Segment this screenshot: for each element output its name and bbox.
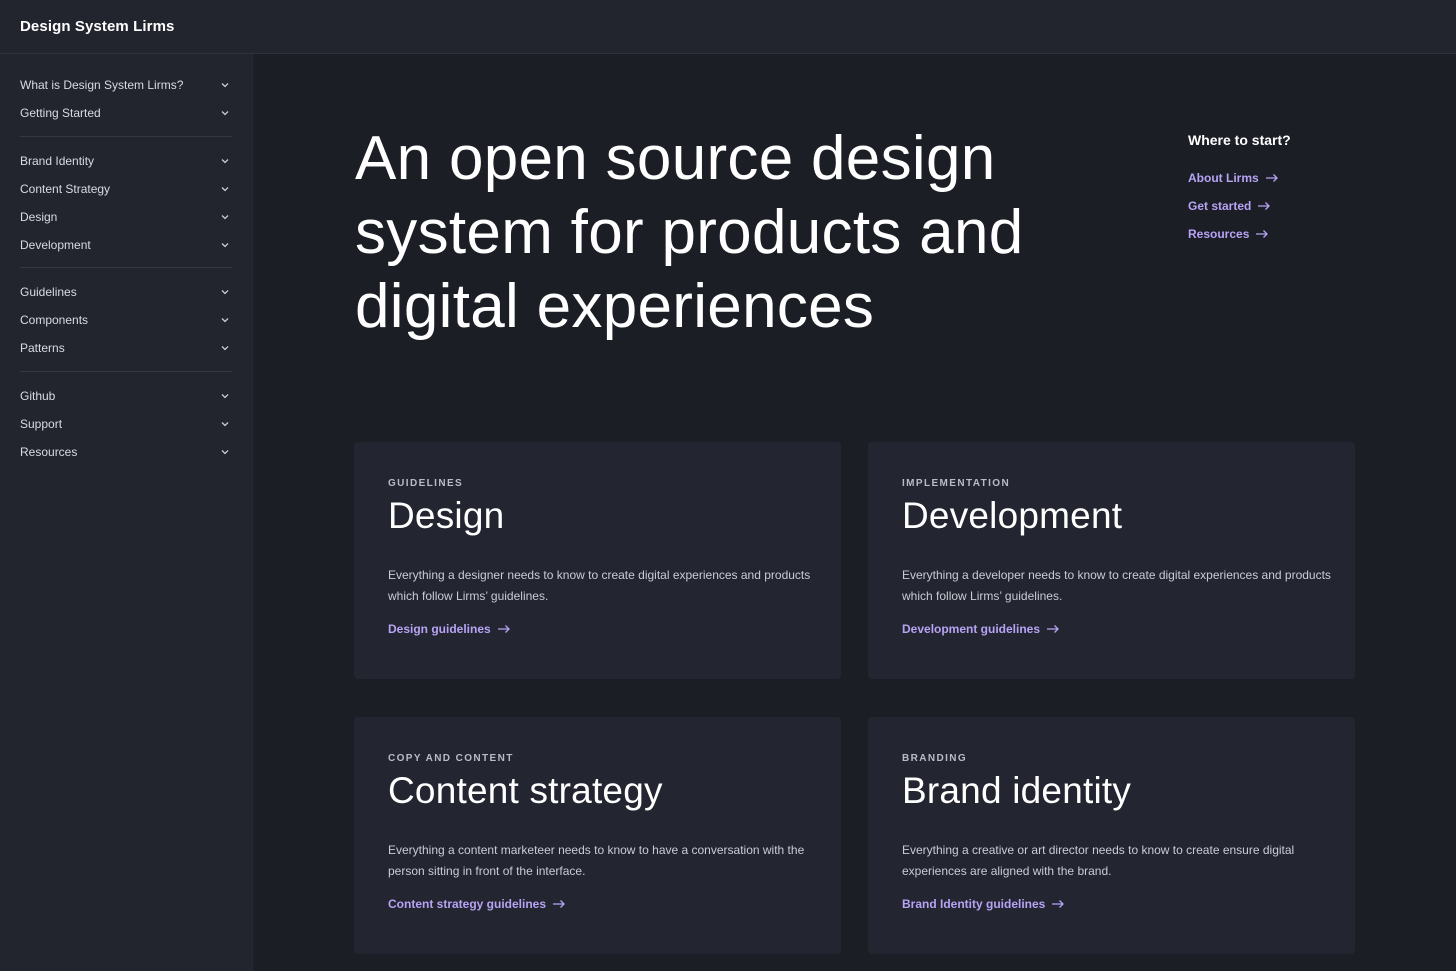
card-design: GUIDELINES Design Everything a designer …: [354, 442, 841, 679]
nav-item-label: What is Design System Lirms?: [20, 78, 184, 92]
chevron-down-icon: [221, 83, 229, 88]
nav-item-label: Guidelines: [20, 285, 77, 299]
card-eyebrow: BRANDING: [902, 753, 968, 764]
get-started-link[interactable]: Get started: [1188, 192, 1408, 220]
chevron-down-icon: [221, 111, 229, 116]
chevron-down-icon: [221, 215, 229, 220]
card-eyebrow: IMPLEMENTATION: [902, 478, 1011, 489]
card-title: Design: [388, 495, 505, 536]
link-label: Resources: [1188, 227, 1250, 241]
card-description: Everything a developer needs to know to …: [902, 568, 1331, 603]
design-guidelines-link[interactable]: Design guidelines: [388, 622, 818, 636]
nav-item-components[interactable]: Components: [20, 306, 232, 334]
link-label: Content strategy guidelines: [388, 897, 547, 911]
hero-heading: An open source design system for product…: [355, 122, 1115, 344]
chevron-down-icon: [221, 318, 229, 323]
nav-item-github[interactable]: Github: [20, 382, 232, 410]
nav-group-topics: Brand Identity Content Strategy Design D…: [20, 147, 232, 259]
card-description: Everything a designer needs to know to c…: [388, 568, 811, 603]
nav-item-label: Brand Identity: [20, 154, 95, 168]
chevron-down-icon: [221, 422, 229, 427]
card-title: Brand identity: [902, 770, 1132, 811]
chevron-down-icon: [221, 187, 229, 192]
nav-item-resources[interactable]: Resources: [20, 438, 232, 466]
hero-line: digital experiences: [355, 272, 875, 341]
nav-divider: [20, 136, 232, 137]
arrow-right-icon: [553, 900, 565, 908]
nav-item-getting-started[interactable]: Getting Started: [20, 99, 232, 127]
brand-identity-guidelines-link[interactable]: Brand Identity guidelines: [902, 897, 1332, 911]
chevron-down-icon: [221, 243, 229, 248]
nav-item-label: Content Strategy: [20, 182, 111, 196]
nav-item-support[interactable]: Support: [20, 410, 232, 438]
card-description: Everything a content marketeer needs to …: [388, 843, 805, 878]
arrow-right-icon: [1258, 202, 1271, 210]
hero-line: An open source design: [355, 124, 996, 193]
link-label: Get started: [1188, 199, 1252, 213]
nav-item-content-strategy[interactable]: Content Strategy: [20, 175, 232, 203]
card-eyebrow: GUIDELINES: [388, 478, 464, 489]
card-eyebrow: COPY AND CONTENT: [388, 753, 514, 764]
card-brand-identity: BRANDING Brand identity Everything a cre…: [868, 717, 1355, 954]
nav-item-label: Patterns: [20, 341, 65, 355]
nav-group-intro: What is Design System Lirms? Getting Sta…: [20, 71, 232, 127]
nav-item-label: Github: [20, 389, 56, 403]
link-label: Development guidelines: [902, 622, 1041, 636]
link-label: Design guidelines: [388, 622, 491, 636]
chevron-down-icon: [221, 394, 229, 399]
nav-item-brand-identity[interactable]: Brand Identity: [20, 147, 232, 175]
development-guidelines-link[interactable]: Development guidelines: [902, 622, 1332, 636]
card-description: Everything a creative or art director ne…: [902, 843, 1295, 878]
link-label: Brand Identity guidelines: [902, 897, 1046, 911]
where-to-start-panel: Where to start? About Lirms Get started …: [1188, 132, 1408, 248]
resources-link[interactable]: Resources: [1188, 220, 1408, 248]
chevron-down-icon: [221, 290, 229, 295]
nav-item-what-is[interactable]: What is Design System Lirms?: [20, 71, 232, 99]
nav-item-label: Development: [20, 238, 91, 252]
card-title: Development: [902, 495, 1123, 536]
about-lirms-link[interactable]: About Lirms: [1188, 164, 1408, 192]
arrow-right-icon: [1265, 174, 1278, 182]
hero-line: system for products and: [355, 198, 1024, 267]
card-development: IMPLEMENTATION Development Everything a …: [868, 442, 1355, 679]
arrow-right-icon: [497, 625, 510, 633]
arrow-right-icon: [1047, 625, 1059, 633]
link-label: About Lirms: [1188, 171, 1259, 185]
chevron-down-icon: [221, 159, 229, 164]
card-title: Content strategy: [388, 770, 663, 811]
nav-item-design[interactable]: Design: [20, 203, 232, 231]
nav-item-label: Components: [20, 313, 89, 327]
nav-item-label: Getting Started: [20, 106, 101, 120]
nav-group-system: Guidelines Components Patterns: [20, 278, 232, 362]
top-bar: Design System Lirms: [0, 0, 1456, 54]
nav-item-development[interactable]: Development: [20, 231, 232, 259]
nav-item-label: Resources: [20, 445, 78, 459]
nav-item-label: Design: [20, 210, 58, 224]
nav-divider: [20, 267, 232, 268]
chevron-down-icon: [221, 450, 229, 455]
nav-item-patterns[interactable]: Patterns: [20, 334, 232, 362]
nav-group-help: Github Support Resources: [20, 382, 232, 466]
where-to-start-title: Where to start?: [1188, 132, 1291, 148]
chevron-down-icon: [221, 346, 229, 351]
site-title[interactable]: Design System Lirms: [20, 18, 174, 35]
card-content-strategy: COPY AND CONTENT Content strategy Everyt…: [354, 717, 841, 954]
sidebar-nav: What is Design System Lirms? Getting Sta…: [0, 54, 253, 971]
nav-item-guidelines[interactable]: Guidelines: [20, 278, 232, 306]
nav-item-label: Support: [20, 417, 63, 431]
arrow-right-icon: [1052, 900, 1065, 908]
content-strategy-guidelines-link[interactable]: Content strategy guidelines: [388, 897, 818, 911]
arrow-right-icon: [1256, 230, 1269, 238]
nav-divider: [20, 371, 232, 372]
